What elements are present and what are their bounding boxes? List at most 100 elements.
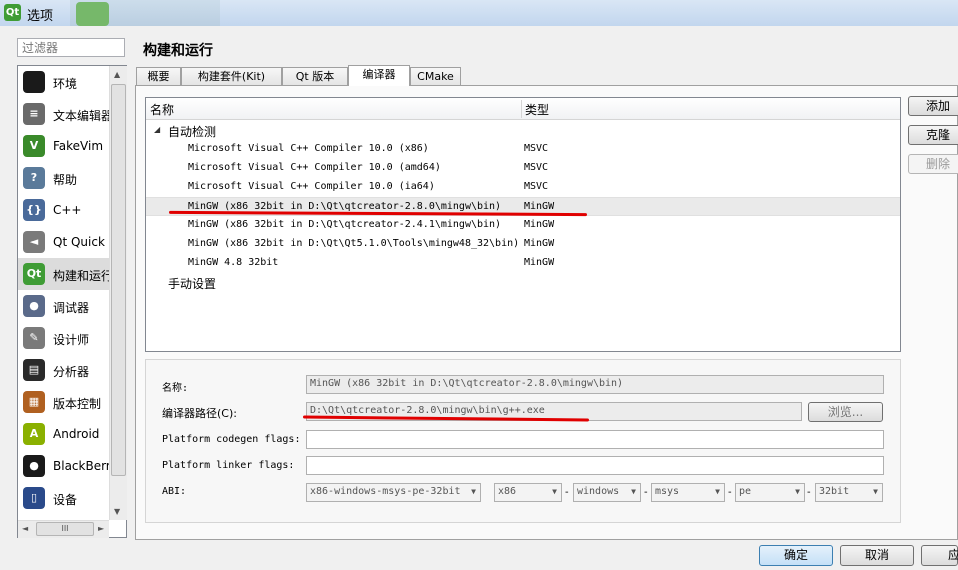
compiler-type: MSVC	[524, 162, 549, 173]
abi-separator: -	[728, 487, 732, 498]
compiler-row[interactable]: MinGW (x86 32bit in D:\Qt\qtcreator-2.4.…	[146, 216, 900, 235]
fakevim-icon: V	[23, 135, 45, 157]
sidebar-item-label: 分析器	[53, 365, 90, 379]
dropdown-arrow-icon: ▼	[873, 487, 878, 496]
sidebar-item-label: Qt Quick	[53, 235, 105, 249]
scroll-down-arrow-icon[interactable]: ▼	[114, 507, 120, 516]
sidebar-item[interactable]: ▤ 分析器	[18, 354, 110, 386]
abi-format-select[interactable]: pe ▼	[735, 483, 805, 502]
abi-flavor-select[interactable]: msys ▼	[651, 483, 725, 502]
compiler-row[interactable]: Microsoft Visual C++ Compiler 10.0 (x86)…	[146, 140, 900, 159]
compiler-name: MinGW (x86 32bit in D:\Qt\qtcreator-2.4.…	[188, 219, 502, 230]
device-icon: ▯	[23, 487, 45, 509]
tab-overview[interactable]: 概要	[136, 67, 181, 85]
sidebar-item[interactable]: V FakeVim	[18, 130, 110, 162]
sidebar-item-label: 调试器	[53, 301, 90, 315]
remove-button[interactable]: 删除	[908, 154, 958, 174]
compiler-row[interactable]: MinGW 4.8 32bit MinGW	[146, 254, 900, 273]
monitor-icon	[23, 71, 45, 93]
sidebar-item-label: FakeVim	[53, 139, 104, 153]
browse-button[interactable]: 浏览...	[808, 402, 883, 422]
name-label: 名称:	[162, 383, 189, 394]
group-label: 手动设置	[168, 277, 217, 291]
sidebar-item[interactable]: ? 帮助	[18, 162, 110, 194]
abi-os-select[interactable]: windows ▼	[573, 483, 641, 502]
sidebar-item[interactable]: 环境	[18, 66, 110, 98]
ok-button[interactable]: 确定	[759, 545, 833, 566]
linker-flags-label: Platform linker flags:	[162, 460, 295, 471]
cancel-button[interactable]: 取消	[840, 545, 914, 566]
sidebar-item[interactable]: ▯ 设备	[18, 482, 110, 514]
tree-header: 名称 类型	[146, 98, 900, 120]
scroll-right-arrow-icon[interactable]: ►	[98, 524, 104, 533]
column-header-name[interactable]: 名称	[150, 101, 174, 118]
sidebar-item[interactable]: ● BlackBerr	[18, 450, 111, 482]
group-label: 自动检测	[168, 125, 217, 139]
dropdown-arrow-icon: ▼	[715, 487, 720, 496]
tab-compilers[interactable]: 编译器	[348, 65, 410, 86]
build-run-icon: Qt	[23, 263, 45, 285]
cpp-icon: {}	[23, 199, 45, 221]
codegen-flags-input[interactable]	[306, 430, 884, 449]
name-field[interactable]: MinGW (x86 32bit in D:\Qt\qtcreator-2.8.…	[306, 375, 884, 394]
abi-format-value: pe	[739, 486, 752, 497]
compiler-type: MinGW	[524, 219, 555, 230]
sidebar-item-label: 设备	[53, 493, 78, 507]
sidebar-hscroll-thumb[interactable]: III	[36, 522, 94, 536]
android-icon: A	[23, 423, 45, 445]
dropdown-arrow-icon: ▼	[795, 487, 800, 496]
compiler-type: MSVC	[524, 181, 549, 192]
compiler-row[interactable]: Microsoft Visual C++ Compiler 10.0 (amd6…	[146, 159, 900, 178]
qtquick-icon: ◄	[23, 231, 45, 253]
sidebar-item[interactable]: ● 调试器	[18, 290, 110, 322]
sidebar-item[interactable]: ✎ 设计师	[18, 322, 110, 354]
abi-separator: -	[565, 487, 569, 498]
sidebar-scroll-thumb[interactable]	[111, 84, 126, 476]
apply-button[interactable]: 应	[921, 545, 958, 566]
abi-os-value: windows	[577, 486, 620, 497]
add-button[interactable]: 添加	[908, 96, 958, 116]
sidebar-item[interactable]: A Android	[18, 418, 110, 450]
sidebar-item-label: 版本控制	[53, 397, 102, 411]
abi-width-select[interactable]: 32bit ▼	[815, 483, 883, 502]
sidebar-item[interactable]: Qt 构建和运行	[18, 258, 113, 290]
compiler-row[interactable]: MinGW (x86 32bit in D:\Qt\Qt5.1.0\Tools\…	[146, 235, 900, 254]
debugger-icon: ●	[23, 295, 45, 317]
background-qt-logo	[76, 2, 109, 26]
compiler-name: MinGW (x86 32bit in D:\Qt\Qt5.1.0\Tools\…	[188, 238, 520, 249]
compiler-name: Microsoft Visual C++ Compiler 10.0 (x86)	[188, 143, 429, 154]
sidebar-item[interactable]: ▦ 版本控制	[18, 386, 110, 418]
sidebar-item-label: Android	[53, 427, 100, 441]
tab-cmake[interactable]: CMake	[410, 67, 461, 85]
sidebar-item-label: 文本编辑器	[53, 109, 114, 123]
sidebar-item[interactable]: {} C++	[18, 194, 110, 226]
compiler-type: MinGW	[524, 238, 555, 249]
tab-kits[interactable]: 构建套件(Kit)	[181, 67, 282, 85]
sidebar-item-label: 环境	[53, 77, 78, 91]
help-icon: ?	[23, 167, 45, 189]
sidebar-item[interactable]: ◄ Qt Quick	[18, 226, 110, 258]
expand-arrow-icon[interactable]: ◢	[154, 125, 160, 134]
linker-flags-input[interactable]	[306, 456, 884, 475]
header-separator	[521, 100, 522, 118]
clone-button[interactable]: 克隆	[908, 125, 958, 145]
dropdown-arrow-icon: ▼	[631, 487, 636, 496]
dropdown-arrow-icon: ▼	[552, 487, 557, 496]
column-header-type[interactable]: 类型	[525, 101, 549, 118]
abi-width-value: 32bit	[819, 486, 850, 497]
abi-select[interactable]: x86-windows-msys-pe-32bit ▼	[306, 483, 481, 502]
scroll-left-arrow-icon[interactable]: ◄	[22, 524, 28, 533]
tree-group-auto[interactable]: ◢ 自动检测	[146, 121, 900, 140]
sidebar-item-label: BlackBerr	[53, 459, 111, 473]
tab-qt-versions[interactable]: Qt 版本	[282, 67, 348, 85]
scroll-up-arrow-icon[interactable]: ▲	[114, 70, 120, 79]
filter-input[interactable]	[17, 38, 125, 57]
analyzer-icon: ▤	[23, 359, 45, 381]
compiler-row[interactable]: Microsoft Visual C++ Compiler 10.0 (ia64…	[146, 178, 900, 197]
sidebar-item-label: C++	[53, 203, 82, 217]
sidebar-item[interactable]: ≡ 文本编辑器	[18, 98, 114, 130]
abi-arch-select[interactable]: x86 ▼	[494, 483, 562, 502]
tree-group-manual[interactable]: 手动设置	[146, 273, 900, 292]
abi-separator: -	[644, 487, 648, 498]
designer-icon: ✎	[23, 327, 45, 349]
